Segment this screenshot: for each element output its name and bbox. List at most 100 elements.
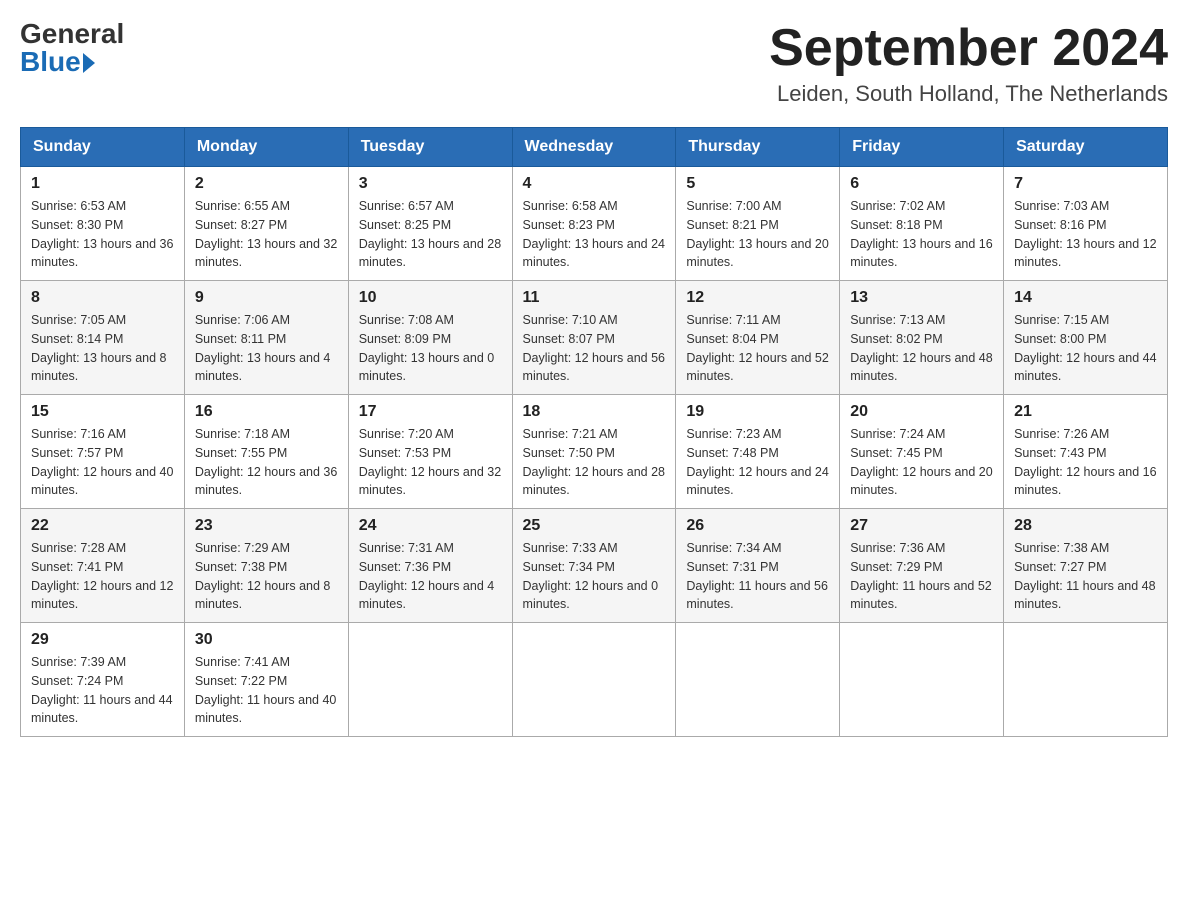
calendar-cell: 21 Sunrise: 7:26 AMSunset: 7:43 PMDayligh… [1004, 395, 1168, 509]
calendar-week-1: 1 Sunrise: 6:53 AMSunset: 8:30 PMDaylight… [21, 167, 1168, 281]
calendar-cell: 25 Sunrise: 7:33 AMSunset: 7:34 PMDayligh… [512, 509, 676, 623]
day-info: Sunrise: 7:16 AMSunset: 7:57 PMDaylight:… [31, 425, 174, 500]
day-number: 23 [195, 517, 338, 535]
day-number: 7 [1014, 175, 1157, 193]
day-info: Sunrise: 7:31 AMSunset: 7:36 PMDaylight:… [359, 539, 502, 614]
day-info: Sunrise: 7:23 AMSunset: 7:48 PMDaylight:… [686, 425, 829, 500]
weekday-header-friday: Friday [840, 128, 1004, 167]
calendar-cell [1004, 623, 1168, 737]
day-info: Sunrise: 7:08 AMSunset: 8:09 PMDaylight:… [359, 311, 502, 386]
day-number: 5 [686, 175, 829, 193]
day-info: Sunrise: 7:13 AMSunset: 8:02 PMDaylight:… [850, 311, 993, 386]
calendar-cell: 20Sunrise: 7:24 AMSunset: 7:45 PMDayligh… [840, 395, 1004, 509]
calendar-cell: 4 Sunrise: 6:58 AMSunset: 8:23 PMDaylight… [512, 167, 676, 281]
day-info: Sunrise: 7:10 AMSunset: 8:07 PMDaylight:… [523, 311, 666, 386]
calendar-week-3: 15 Sunrise: 7:16 AMSunset: 7:57 PMDayligh… [21, 395, 1168, 509]
day-info: Sunrise: 6:55 AMSunset: 8:27 PMDaylight:… [195, 197, 338, 272]
day-number: 26 [686, 517, 829, 535]
day-number: 21 [1014, 403, 1157, 421]
day-info: Sunrise: 6:53 AMSunset: 8:30 PMDaylight:… [31, 197, 174, 272]
day-info: Sunrise: 7:39 AMSunset: 7:24 PMDaylight:… [31, 653, 174, 728]
day-info: Sunrise: 7:26 AMSunset: 7:43 PMDaylight:… [1014, 425, 1157, 500]
day-info: Sunrise: 7:05 AMSunset: 8:14 PMDaylight:… [31, 311, 174, 386]
day-number: 22 [31, 517, 174, 535]
day-info: Sunrise: 6:57 AMSunset: 8:25 PMDaylight:… [359, 197, 502, 272]
day-info: Sunrise: 7:03 AMSunset: 8:16 PMDaylight:… [1014, 197, 1157, 272]
calendar-cell: 3 Sunrise: 6:57 AMSunset: 8:25 PMDaylight… [348, 167, 512, 281]
day-info: Sunrise: 7:02 AMSunset: 8:18 PMDaylight:… [850, 197, 993, 272]
day-number: 2 [195, 175, 338, 193]
month-title: September 2024 [769, 20, 1168, 77]
day-number: 10 [359, 289, 502, 307]
day-number: 15 [31, 403, 174, 421]
day-number: 13 [850, 289, 993, 307]
day-number: 8 [31, 289, 174, 307]
weekday-header-saturday: Saturday [1004, 128, 1168, 167]
day-info: Sunrise: 7:15 AMSunset: 8:00 PMDaylight:… [1014, 311, 1157, 386]
calendar-cell: 9Sunrise: 7:06 AMSunset: 8:11 PMDaylight… [184, 281, 348, 395]
day-info: Sunrise: 7:33 AMSunset: 7:34 PMDaylight:… [523, 539, 666, 614]
title-block: September 2024 Leiden, South Holland, Th… [769, 20, 1168, 107]
day-info: Sunrise: 7:34 AMSunset: 7:31 PMDaylight:… [686, 539, 829, 614]
calendar-cell: 24 Sunrise: 7:31 AMSunset: 7:36 PMDayligh… [348, 509, 512, 623]
day-number: 24 [359, 517, 502, 535]
day-info: Sunrise: 7:36 AMSunset: 7:29 PMDaylight:… [850, 539, 993, 614]
calendar-cell: 2 Sunrise: 6:55 AMSunset: 8:27 PMDaylight… [184, 167, 348, 281]
location-subtitle: Leiden, South Holland, The Netherlands [769, 81, 1168, 107]
day-number: 28 [1014, 517, 1157, 535]
calendar-cell: 26 Sunrise: 7:34 AMSunset: 7:31 PMDayligh… [676, 509, 840, 623]
calendar-cell: 27 Sunrise: 7:36 AMSunset: 7:29 PMDayligh… [840, 509, 1004, 623]
weekday-header-monday: Monday [184, 128, 348, 167]
weekday-header-thursday: Thursday [676, 128, 840, 167]
calendar-cell: 5 Sunrise: 7:00 AMSunset: 8:21 PMDaylight… [676, 167, 840, 281]
day-number: 19 [686, 403, 829, 421]
calendar-cell: 19 Sunrise: 7:23 AMSunset: 7:48 PMDayligh… [676, 395, 840, 509]
calendar-cell: 13 Sunrise: 7:13 AMSunset: 8:02 PMDayligh… [840, 281, 1004, 395]
calendar-cell: 7 Sunrise: 7:03 AMSunset: 8:16 PMDaylight… [1004, 167, 1168, 281]
day-number: 9 [195, 289, 338, 307]
calendar-cell: 17Sunrise: 7:20 AMSunset: 7:53 PMDayligh… [348, 395, 512, 509]
day-info: Sunrise: 7:20 AMSunset: 7:53 PMDaylight:… [359, 425, 502, 500]
day-info: Sunrise: 7:24 AMSunset: 7:45 PMDaylight:… [850, 425, 993, 500]
calendar-cell: 8 Sunrise: 7:05 AMSunset: 8:14 PMDaylight… [21, 281, 185, 395]
calendar-cell: 10 Sunrise: 7:08 AMSunset: 8:09 PMDayligh… [348, 281, 512, 395]
day-number: 27 [850, 517, 993, 535]
logo-arrow-icon [83, 53, 95, 73]
day-number: 3 [359, 175, 502, 193]
weekday-header-tuesday: Tuesday [348, 128, 512, 167]
logo-blue-text: Blue [20, 48, 95, 76]
calendar-cell: 30 Sunrise: 7:41 AMSunset: 7:22 PMDayligh… [184, 623, 348, 737]
calendar-cell: 1 Sunrise: 6:53 AMSunset: 8:30 PMDaylight… [21, 167, 185, 281]
day-info: Sunrise: 7:38 AMSunset: 7:27 PMDaylight:… [1014, 539, 1157, 614]
calendar-cell: 12Sunrise: 7:11 AMSunset: 8:04 PMDayligh… [676, 281, 840, 395]
weekday-header-sunday: Sunday [21, 128, 185, 167]
day-number: 25 [523, 517, 666, 535]
day-number: 29 [31, 631, 174, 649]
day-info: Sunrise: 7:00 AMSunset: 8:21 PMDaylight:… [686, 197, 829, 272]
calendar-cell: 28 Sunrise: 7:38 AMSunset: 7:27 PMDayligh… [1004, 509, 1168, 623]
calendar-cell [512, 623, 676, 737]
calendar-cell: 16Sunrise: 7:18 AMSunset: 7:55 PMDayligh… [184, 395, 348, 509]
day-number: 16 [195, 403, 338, 421]
day-info: Sunrise: 7:29 AMSunset: 7:38 PMDaylight:… [195, 539, 338, 614]
day-number: 11 [523, 289, 666, 307]
calendar-week-5: 29 Sunrise: 7:39 AMSunset: 7:24 PMDayligh… [21, 623, 1168, 737]
day-info: Sunrise: 7:41 AMSunset: 7:22 PMDaylight:… [195, 653, 338, 728]
day-number: 4 [523, 175, 666, 193]
day-number: 14 [1014, 289, 1157, 307]
calendar-cell: 11 Sunrise: 7:10 AMSunset: 8:07 PMDayligh… [512, 281, 676, 395]
day-number: 18 [523, 403, 666, 421]
day-info: Sunrise: 6:58 AMSunset: 8:23 PMDaylight:… [523, 197, 666, 272]
calendar-cell: 23 Sunrise: 7:29 AMSunset: 7:38 PMDayligh… [184, 509, 348, 623]
day-number: 1 [31, 175, 174, 193]
day-number: 30 [195, 631, 338, 649]
calendar-cell: 22Sunrise: 7:28 AMSunset: 7:41 PMDayligh… [21, 509, 185, 623]
calendar-cell [676, 623, 840, 737]
calendar-table: SundayMondayTuesdayWednesdayThursdayFrid… [20, 127, 1168, 737]
calendar-week-2: 8 Sunrise: 7:05 AMSunset: 8:14 PMDaylight… [21, 281, 1168, 395]
logo-general-text: General [20, 20, 124, 48]
calendar-cell: 14 Sunrise: 7:15 AMSunset: 8:00 PMDayligh… [1004, 281, 1168, 395]
weekday-header-wednesday: Wednesday [512, 128, 676, 167]
calendar-cell: 29 Sunrise: 7:39 AMSunset: 7:24 PMDayligh… [21, 623, 185, 737]
weekday-header-row: SundayMondayTuesdayWednesdayThursdayFrid… [21, 128, 1168, 167]
